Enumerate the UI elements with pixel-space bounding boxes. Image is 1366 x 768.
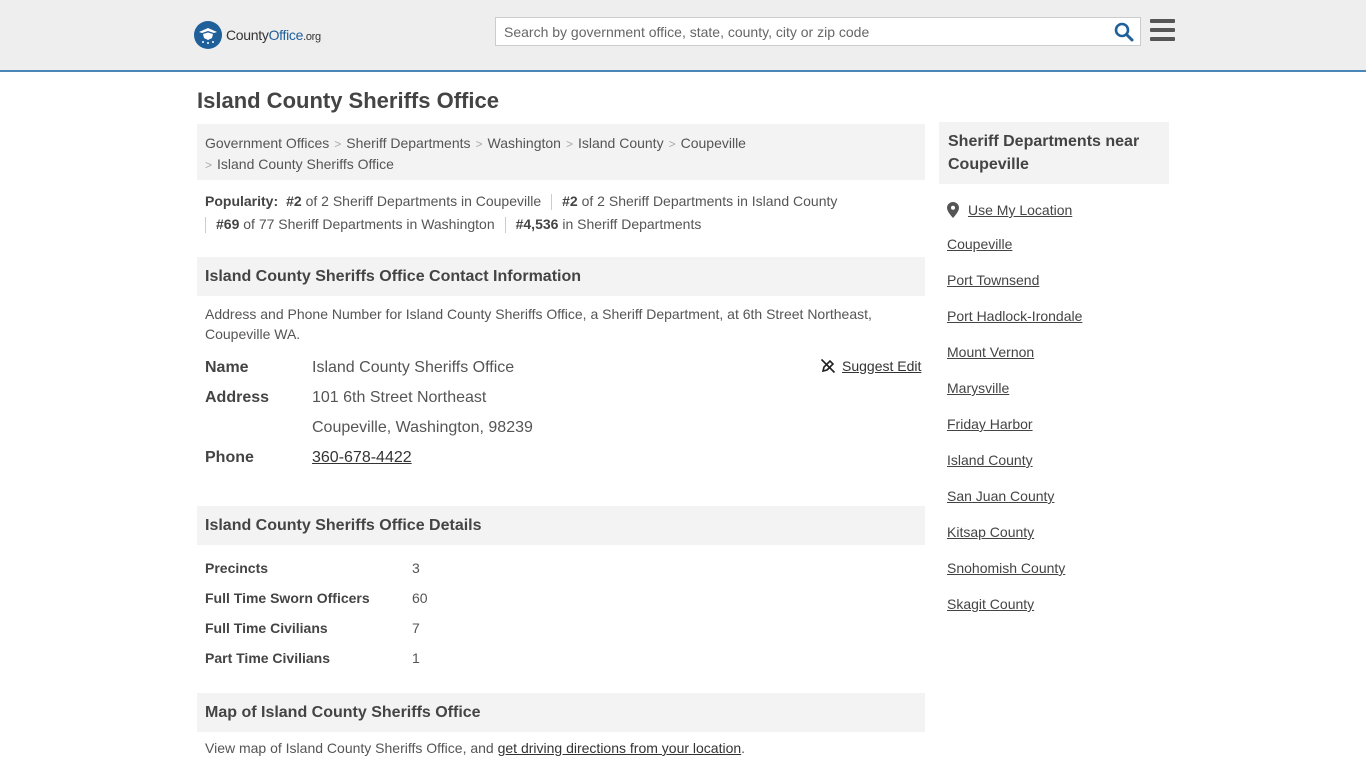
chevron-right-icon: > [205, 158, 213, 172]
breadcrumb-item[interactable]: Island County [578, 135, 664, 151]
breadcrumb-item[interactable]: Government Offices [205, 135, 329, 151]
details-heading: Island County Sheriffs Office Details [197, 506, 925, 545]
detail-value: 60 [412, 590, 428, 606]
chevron-right-icon: > [668, 137, 676, 151]
top-bar: CountyOffice.org [0, 0, 1366, 72]
sidebar-nearby-list: Use My Location Coupeville Port Townsend… [947, 200, 1082, 612]
suggest-edit-link[interactable]: Suggest Edit [842, 358, 921, 374]
divider [551, 194, 553, 211]
popularity-label: Popularity: [205, 193, 279, 209]
divider [205, 217, 206, 234]
breadcrumb-item[interactable]: Washington [488, 135, 561, 151]
page-title: Island County Sheriffs Office [197, 88, 499, 113]
rank-text: of 2 Sheriff Departments in Island Count… [581, 193, 838, 209]
office-name: Island County Sheriffs Office [312, 359, 515, 376]
contact-heading: Island County Sheriffs Office Contact In… [197, 257, 925, 296]
chevron-right-icon: > [475, 137, 483, 151]
logo-suffix: .org [303, 31, 321, 43]
nearby-link[interactable]: Snohomish County [947, 560, 1065, 576]
contact-intro: Address and Phone Number for Island Coun… [205, 306, 872, 342]
site-logo[interactable]: CountyOffice.org [194, 21, 321, 49]
logo-accent: Office [268, 27, 304, 43]
map-text-after: . [741, 740, 746, 756]
rank-text: of 2 Sheriff Departments in Coupeville [305, 193, 542, 209]
logo-main: County [226, 27, 269, 43]
detail-label: Precincts [205, 560, 269, 576]
nearby-link[interactable]: Coupeville [947, 236, 1012, 252]
map-heading: Map of Island County Sheriffs Office [197, 693, 925, 732]
nearby-link[interactable]: Kitsap County [947, 524, 1034, 540]
rank-number: #2 [286, 193, 302, 209]
driving-directions-link[interactable]: get driving directions from your locatio… [498, 740, 742, 756]
breadcrumb-item[interactable]: Sheriff Departments [346, 135, 470, 151]
chevron-right-icon: > [334, 137, 342, 151]
use-my-location-button[interactable]: Use My Location [947, 200, 1072, 220]
popularity-rank: #2 of 2 Sheriff Departments in Coupevill… [286, 190, 541, 213]
seal-icon [194, 21, 222, 49]
popularity-rank: #4,536 in Sheriff Departments [516, 213, 702, 236]
popularity-block: Popularity: #2 of 2 Sheriff Departments i… [205, 190, 925, 236]
chevron-right-icon: > [565, 137, 573, 151]
hamburger-menu-icon[interactable] [1150, 19, 1175, 42]
edit-off-icon [820, 358, 836, 374]
detail-label: Full Time Sworn Officers [205, 590, 370, 606]
address-label: Address [205, 389, 270, 406]
detail-value: 7 [412, 620, 420, 636]
map-pin-icon [947, 202, 959, 218]
breadcrumb: Government Offices > Sheriff Departments > W… [197, 124, 925, 180]
detail-label: Full Time Civilians [205, 620, 328, 636]
nearby-link[interactable]: Port Hadlock-Irondale [947, 308, 1082, 324]
rank-text: of 77 Sheriff Departments in Washington [243, 216, 495, 232]
name-label: Name [205, 359, 249, 376]
address-line-2: Coupeville, Washington, 98239 [312, 419, 533, 436]
search-icon[interactable] [1114, 22, 1134, 42]
nearby-link[interactable]: Skagit County [947, 596, 1034, 612]
map-text: View map of Island County Sheriffs Offic… [205, 740, 745, 756]
breadcrumb-item[interactable]: Coupeville [681, 135, 746, 151]
nearby-link[interactable]: San Juan County [947, 488, 1054, 504]
nearby-link[interactable]: Friday Harbor [947, 416, 1033, 432]
rank-number: #2 [562, 193, 578, 209]
map-text-before: View map of Island County Sheriffs Offic… [205, 740, 498, 756]
logo-wordmark: CountyOffice.org [226, 27, 321, 43]
breadcrumb-current[interactable]: Island County Sheriffs Office [217, 156, 394, 172]
address-line-1: 101 6th Street Northeast [312, 389, 487, 406]
nearby-link[interactable]: Marysville [947, 380, 1009, 396]
phone-label: Phone [205, 449, 254, 466]
nearby-link[interactable]: Mount Vernon [947, 344, 1034, 360]
detail-label: Part Time Civilians [205, 650, 331, 666]
divider [504, 217, 506, 234]
sidebar-heading: Sheriff Departments near Coupeville [939, 122, 1169, 184]
nearby-link[interactable]: Island County [947, 452, 1033, 468]
rank-number: #4,536 [515, 216, 559, 232]
popularity-rank: #69 of 77 Sheriff Departments in Washing… [216, 213, 495, 236]
search-box [495, 17, 1141, 46]
suggest-edit-button[interactable]: Suggest Edit [820, 358, 921, 374]
rank-text: in Sheriff Departments [562, 216, 702, 232]
detail-value: 1 [412, 650, 420, 666]
rank-number: #69 [216, 216, 240, 232]
nearby-link[interactable]: Port Townsend [947, 272, 1039, 288]
use-my-location-link[interactable]: Use My Location [968, 202, 1072, 218]
phone-link[interactable]: 360-678-4422 [312, 449, 412, 466]
detail-value: 3 [412, 560, 420, 576]
search-input[interactable] [496, 18, 1106, 45]
popularity-rank: #2 of 2 Sheriff Departments in Island Co… [562, 190, 837, 213]
